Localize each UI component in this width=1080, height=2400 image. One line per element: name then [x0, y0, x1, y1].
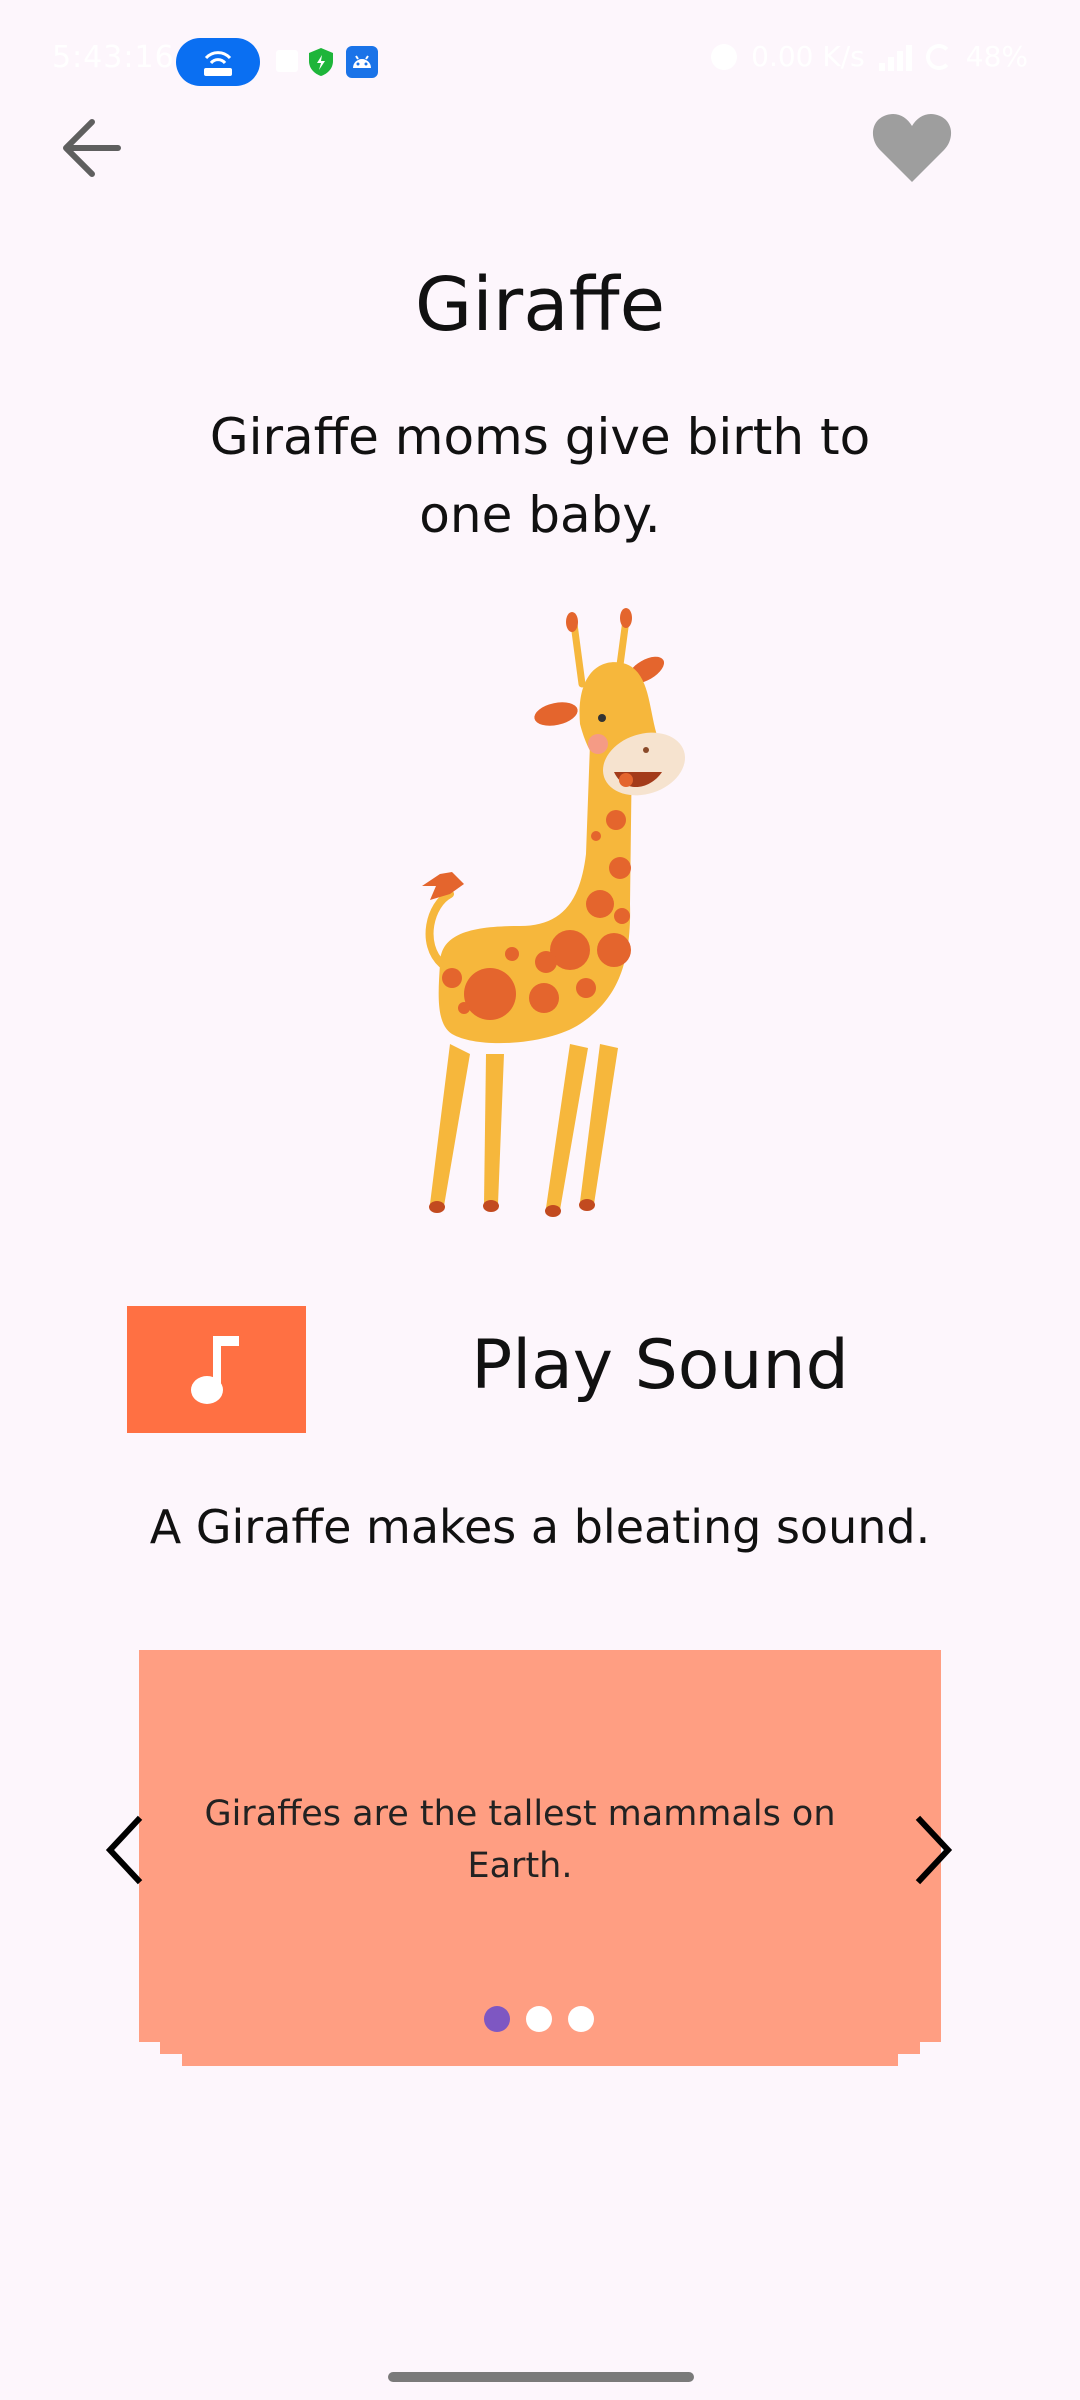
alarm-icon	[711, 43, 738, 70]
animal-fact: Giraffe moms give birth to one baby.	[209, 408, 871, 544]
back-button[interactable]	[56, 108, 136, 188]
chevron-left-icon	[105, 1815, 143, 1885]
shield-icon	[309, 48, 333, 76]
status-right: 0.00 K/s 48%	[711, 40, 1028, 73]
music-note-icon	[191, 1336, 239, 1404]
carousel-prev-button[interactable]	[96, 1810, 152, 1890]
carousel-next-button[interactable]	[906, 1810, 962, 1890]
message-icon	[276, 50, 298, 72]
arrow-left-icon	[63, 119, 121, 177]
play-sound-button[interactable]	[127, 1306, 306, 1433]
net-speed: 0.00 K/s	[751, 40, 865, 73]
carousel-dot[interactable]	[568, 2006, 594, 2032]
hotspot-icon	[176, 38, 260, 86]
favorite-button[interactable]	[868, 104, 956, 192]
giraffe-illustration	[422, 608, 686, 1217]
fact-card-text: Giraffes are the tallest mammals on Eart…	[204, 1794, 836, 1886]
android-icon	[346, 46, 378, 78]
carousel-indicator	[484, 2006, 594, 2032]
battery-icon	[925, 43, 952, 70]
page-title: Giraffe	[414, 262, 666, 348]
home-indicator[interactable]	[388, 2372, 694, 2382]
sound-description: A Giraffe makes a bleating sound.	[149, 1500, 931, 1554]
carousel-dot-active[interactable]	[484, 2006, 510, 2032]
carousel-dot[interactable]	[526, 2006, 552, 2032]
status-bar: 5:43:16 0.00 K/s 48%	[0, 0, 1080, 120]
chevron-right-icon	[915, 1815, 953, 1885]
signal-icon	[878, 43, 912, 71]
heart-icon	[872, 114, 952, 182]
battery-percent: 48%	[965, 40, 1028, 73]
status-time: 5:43:16	[52, 40, 175, 75]
play-sound-label[interactable]: Play Sound	[430, 1326, 890, 1405]
